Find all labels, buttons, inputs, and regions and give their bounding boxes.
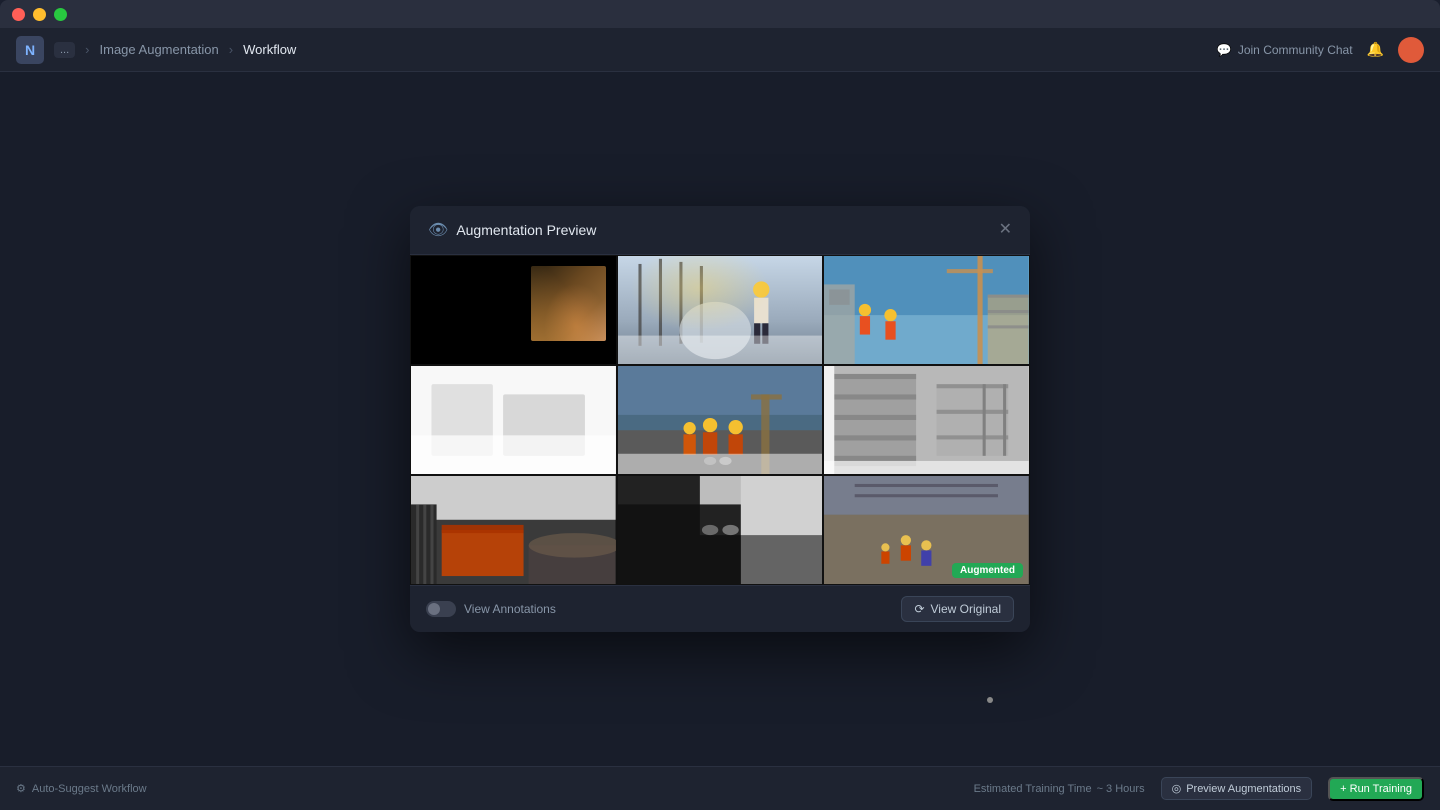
more-button[interactable]: ...: [54, 42, 75, 58]
breadcrumb-workflow: Workflow: [243, 42, 296, 57]
augmentation-preview-modal: 👁 Augmentation Preview ✕: [410, 206, 1030, 632]
view-original-icon: ⟳: [914, 602, 924, 616]
image-cell-top-right: [823, 255, 1030, 365]
view-annotations-area: View Annotations: [426, 601, 556, 617]
bell-icon[interactable]: 🔔: [1367, 41, 1384, 58]
view-original-button[interactable]: ⟳ View Original: [901, 596, 1014, 622]
preview-aug-icon: ◎: [1172, 782, 1182, 795]
modal-title: Augmentation Preview: [456, 222, 596, 238]
statusbar: ⚙ Auto-Suggest Workflow Estimated Traini…: [0, 766, 1440, 810]
traffic-light-green[interactable]: [54, 8, 67, 21]
preview-augmentations-button[interactable]: ◎ Preview Augmentations: [1161, 777, 1313, 800]
breadcrumb-sep-1: ›: [85, 42, 89, 57]
user-avatar[interactable]: [1398, 37, 1424, 63]
modal-footer: View Annotations ⟳ View Original: [410, 585, 1030, 632]
image-grid: Augmented: [410, 255, 1030, 585]
join-community-button[interactable]: 💬 Join Community Chat: [1217, 43, 1353, 57]
chat-icon: 💬: [1217, 43, 1232, 57]
image-cell-bot-center: [617, 475, 824, 585]
image-cell-bot-left: [410, 475, 617, 585]
logo[interactable]: N: [16, 36, 44, 64]
image-cell-top-left: [410, 255, 617, 365]
statusbar-right: Estimated Training Time ~ 3 Hours ◎ Prev…: [974, 777, 1424, 801]
view-annotations-label: View Annotations: [464, 602, 556, 616]
modal-title-area: 👁 Augmentation Preview: [428, 220, 596, 240]
image-cell-bot-right: Augmented: [823, 475, 1030, 585]
breadcrumb-image-augmentation[interactable]: Image Augmentation: [100, 42, 219, 57]
view-annotations-toggle[interactable]: [426, 601, 456, 617]
topbar: N ... › Image Augmentation › Workflow 💬 …: [0, 28, 1440, 72]
modal-header: 👁 Augmentation Preview ✕: [410, 206, 1030, 255]
auto-suggest-icon: ⚙: [16, 782, 26, 795]
statusbar-left: ⚙ Auto-Suggest Workflow: [16, 782, 147, 795]
eye-icon: 👁: [428, 220, 448, 240]
topbar-left: N ... › Image Augmentation › Workflow: [16, 36, 1217, 64]
auto-suggest-label: Auto-Suggest Workflow: [32, 783, 147, 795]
training-time-value: ~ 3 Hours: [1097, 783, 1145, 795]
image-cell-mid-right: [823, 365, 1030, 475]
window-chrome: [0, 0, 1440, 28]
image-cell-mid-left: [410, 365, 617, 475]
image-cell-mid-center: [617, 365, 824, 475]
traffic-light-red[interactable]: [12, 8, 25, 21]
main-content: 👁 Augmentation Preview ✕: [0, 72, 1440, 766]
breadcrumb-sep-2: ›: [229, 42, 233, 57]
topbar-right: 💬 Join Community Chat 🔔: [1217, 37, 1424, 63]
run-training-button[interactable]: + Run Training: [1328, 777, 1424, 801]
image-cell-top-center: [617, 255, 824, 365]
training-time-item: Estimated Training Time ~ 3 Hours: [974, 783, 1145, 795]
traffic-light-yellow[interactable]: [33, 8, 46, 21]
modal-close-button[interactable]: ✕: [999, 222, 1012, 238]
augmented-badge: Augmented: [952, 563, 1023, 578]
training-time-label: Estimated Training Time: [974, 783, 1092, 795]
